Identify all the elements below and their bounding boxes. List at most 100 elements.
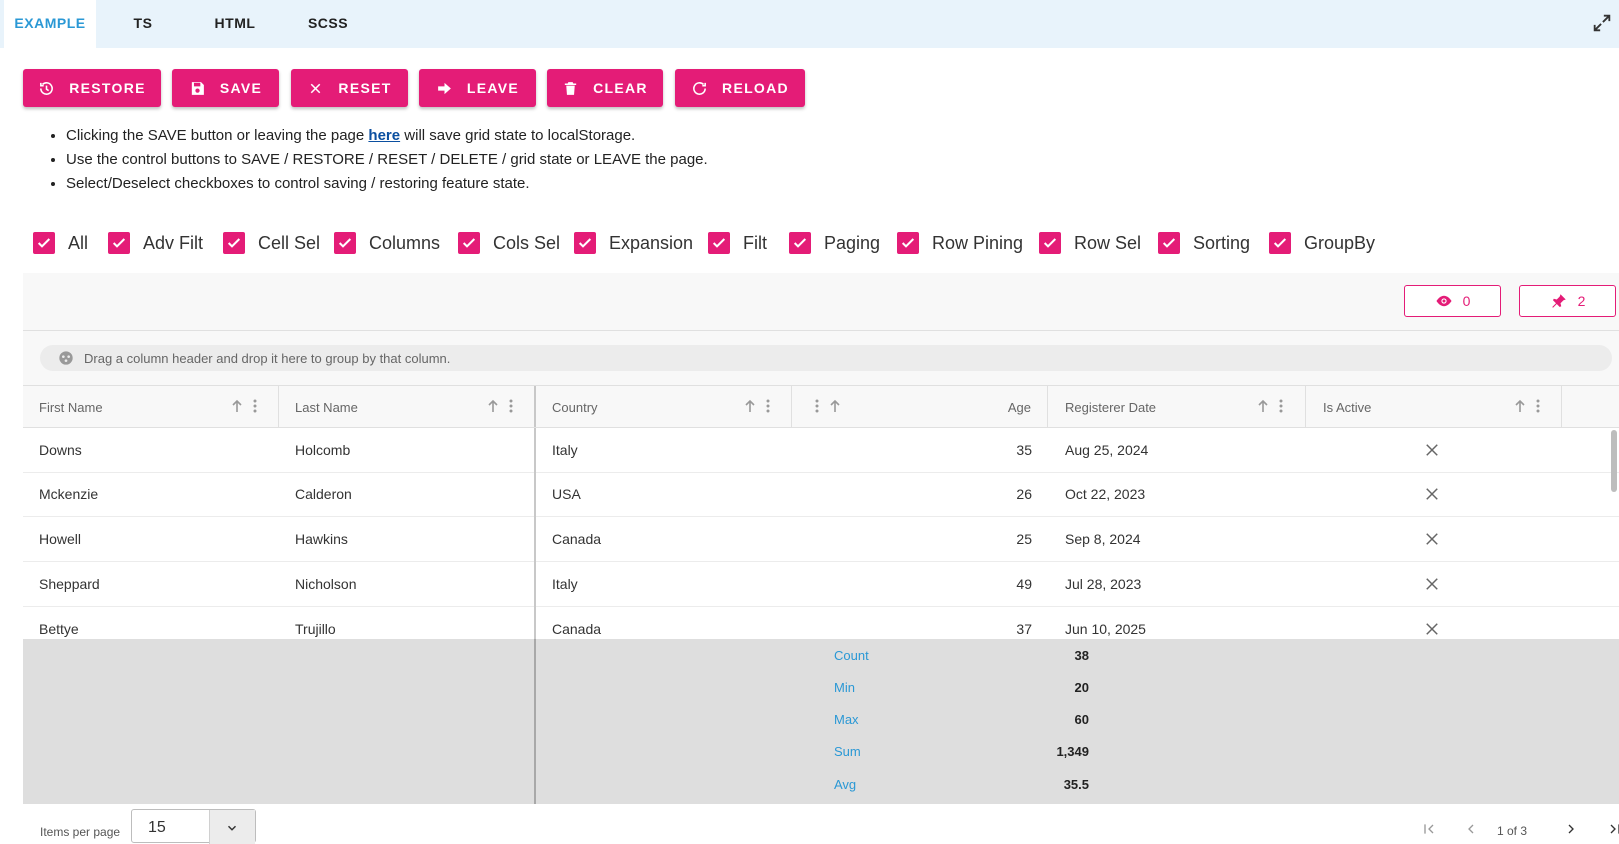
tab-ts[interactable]: TS: [112, 0, 174, 48]
checkbox-checked-icon[interactable]: [1039, 232, 1061, 254]
more-vertical-icon[interactable]: [504, 398, 518, 414]
checkbox-checked-icon[interactable]: [458, 232, 480, 254]
restore-button[interactable]: RESTORE: [23, 69, 161, 107]
tab-example[interactable]: EXAMPLE: [4, 0, 96, 48]
sort-ascending-icon[interactable]: [743, 398, 757, 414]
checkbox-paging[interactable]: Paging: [789, 231, 880, 255]
checkbox-checked-icon[interactable]: [789, 232, 811, 254]
sort-ascending-icon[interactable]: [486, 398, 500, 414]
instruction-item: Clicking the SAVE button or leaving the …: [66, 124, 708, 148]
group-by-area[interactable]: Drag a column header and drop it here to…: [23, 331, 1619, 385]
cell-country[interactable]: Italy: [552, 576, 578, 592]
checkbox-label: Row Pining: [932, 232, 1024, 253]
checkbox-row-pining[interactable]: Row Pining: [897, 231, 1023, 255]
cell-registerer-date[interactable]: Oct 22, 2023: [1065, 486, 1145, 502]
checkbox-columns[interactable]: Columns: [334, 231, 440, 255]
checkbox-checked-icon[interactable]: [1158, 232, 1180, 254]
cell-age[interactable]: 35: [972, 442, 1032, 458]
cell-last-name[interactable]: Hawkins: [295, 531, 348, 547]
column-hiding-button[interactable]: 0: [1404, 285, 1501, 317]
checkbox-cell-sel[interactable]: Cell Sel: [223, 231, 320, 255]
checkbox-label: Sorting: [1193, 232, 1251, 253]
here-link[interactable]: here: [368, 127, 400, 144]
checkbox-checked-icon[interactable]: [33, 232, 55, 254]
column-header-country[interactable]: Country: [536, 386, 792, 428]
checkbox-checked-icon[interactable]: [108, 232, 130, 254]
table-row[interactable]: Mckenzie Calderon USA 26 Oct 22, 2023: [23, 472, 1619, 517]
checkbox-sorting[interactable]: Sorting: [1158, 231, 1250, 255]
cell-country[interactable]: Canada: [552, 621, 601, 637]
tab-html[interactable]: HTML: [200, 0, 270, 48]
vertical-scrollbar-thumb[interactable]: [1611, 430, 1617, 492]
checkbox-all[interactable]: All: [33, 231, 88, 255]
table-row[interactable]: Bettye Trujillo Canada 37 Jun 10, 2025: [23, 607, 1619, 639]
cell-country[interactable]: Canada: [552, 531, 601, 547]
tab-scss[interactable]: SCSS: [292, 0, 364, 48]
checkbox-filt[interactable]: Filt: [708, 231, 767, 255]
sort-ascending-icon[interactable]: [1513, 398, 1527, 414]
more-vertical-icon[interactable]: [810, 398, 824, 414]
checkbox-expansion[interactable]: Expansion: [574, 231, 693, 255]
cell-age[interactable]: 37: [972, 621, 1032, 637]
cell-country[interactable]: Italy: [552, 442, 578, 458]
previous-page-icon[interactable]: [1463, 821, 1479, 837]
cell-first-name[interactable]: Mckenzie: [39, 486, 98, 502]
reset-button[interactable]: RESET: [291, 69, 408, 107]
more-vertical-icon[interactable]: [1274, 398, 1288, 414]
checkbox-checked-icon[interactable]: [334, 232, 356, 254]
column-pinning-button[interactable]: 2: [1519, 285, 1616, 317]
column-header-first-name[interactable]: First Name: [23, 386, 279, 428]
cell-last-name[interactable]: Nicholson: [295, 576, 356, 592]
items-per-page-select[interactable]: 15: [131, 809, 256, 844]
sort-ascending-icon[interactable]: [1256, 398, 1270, 414]
cell-registerer-date[interactable]: Aug 25, 2024: [1065, 442, 1148, 458]
leave-button[interactable]: LEAVE: [419, 69, 536, 107]
reload-button[interactable]: RELOAD: [675, 69, 805, 107]
column-header-is-active[interactable]: Is Active: [1306, 386, 1562, 428]
cell-age[interactable]: 49: [972, 576, 1032, 592]
column-header-age[interactable]: Age: [792, 386, 1048, 428]
next-page-icon[interactable]: [1563, 821, 1579, 837]
cell-first-name[interactable]: Howell: [39, 531, 81, 547]
save-button[interactable]: SAVE: [172, 69, 279, 107]
table-row[interactable]: Downs Holcomb Italy 35 Aug 25, 2024: [23, 428, 1619, 473]
checkbox-groupby[interactable]: GroupBy: [1269, 231, 1375, 255]
table-row[interactable]: Sheppard Nicholson Italy 49 Jul 28, 2023: [23, 562, 1619, 607]
first-page-icon[interactable]: [1421, 821, 1437, 837]
checkbox-checked-icon[interactable]: [897, 232, 919, 254]
cell-last-name[interactable]: Holcomb: [295, 442, 350, 458]
column-header-registerer-date[interactable]: Registerer Date: [1048, 386, 1306, 428]
summary-value: 20: [1074, 680, 1089, 695]
checkbox-checked-icon[interactable]: [708, 232, 730, 254]
cell-first-name[interactable]: Bettye: [39, 621, 79, 637]
more-vertical-icon[interactable]: [761, 398, 775, 414]
checkbox-checked-icon[interactable]: [574, 232, 596, 254]
more-vertical-icon[interactable]: [1531, 398, 1545, 414]
checkbox-checked-icon[interactable]: [223, 232, 245, 254]
more-vertical-icon[interactable]: [248, 398, 262, 414]
last-page-icon[interactable]: [1607, 821, 1619, 837]
cell-first-name[interactable]: Sheppard: [39, 576, 100, 592]
paginator: Items per page 15 1 of 3: [23, 804, 1619, 844]
sort-ascending-icon[interactable]: [230, 398, 244, 414]
cell-last-name[interactable]: Trujillo: [295, 621, 336, 637]
checkbox-checked-icon[interactable]: [1269, 232, 1291, 254]
cell-registerer-date[interactable]: Sep 8, 2024: [1065, 531, 1141, 547]
cell-registerer-date[interactable]: Jun 10, 2025: [1065, 621, 1146, 637]
checkbox-label: Cell Sel: [258, 232, 321, 253]
column-header-last-name[interactable]: Last Name: [279, 386, 535, 428]
group-work-icon: [59, 351, 73, 365]
sort-ascending-icon[interactable]: [828, 398, 842, 414]
checkbox-cols-sel[interactable]: Cols Sel: [458, 231, 560, 255]
cell-country[interactable]: USA: [552, 486, 581, 502]
checkbox-row-sel[interactable]: Row Sel: [1039, 231, 1141, 255]
checkbox-adv-filt[interactable]: Adv Filt: [108, 231, 203, 255]
cell-registerer-date[interactable]: Jul 28, 2023: [1065, 576, 1141, 592]
cell-last-name[interactable]: Calderon: [295, 486, 352, 502]
cell-age[interactable]: 25: [972, 531, 1032, 547]
cell-age[interactable]: 26: [972, 486, 1032, 502]
clear-button[interactable]: CLEAR: [547, 69, 663, 107]
table-row[interactable]: Howell Hawkins Canada 25 Sep 8, 2024: [23, 517, 1619, 562]
cell-first-name[interactable]: Downs: [39, 442, 82, 458]
fullscreen-expand-icon[interactable]: [1591, 12, 1613, 34]
